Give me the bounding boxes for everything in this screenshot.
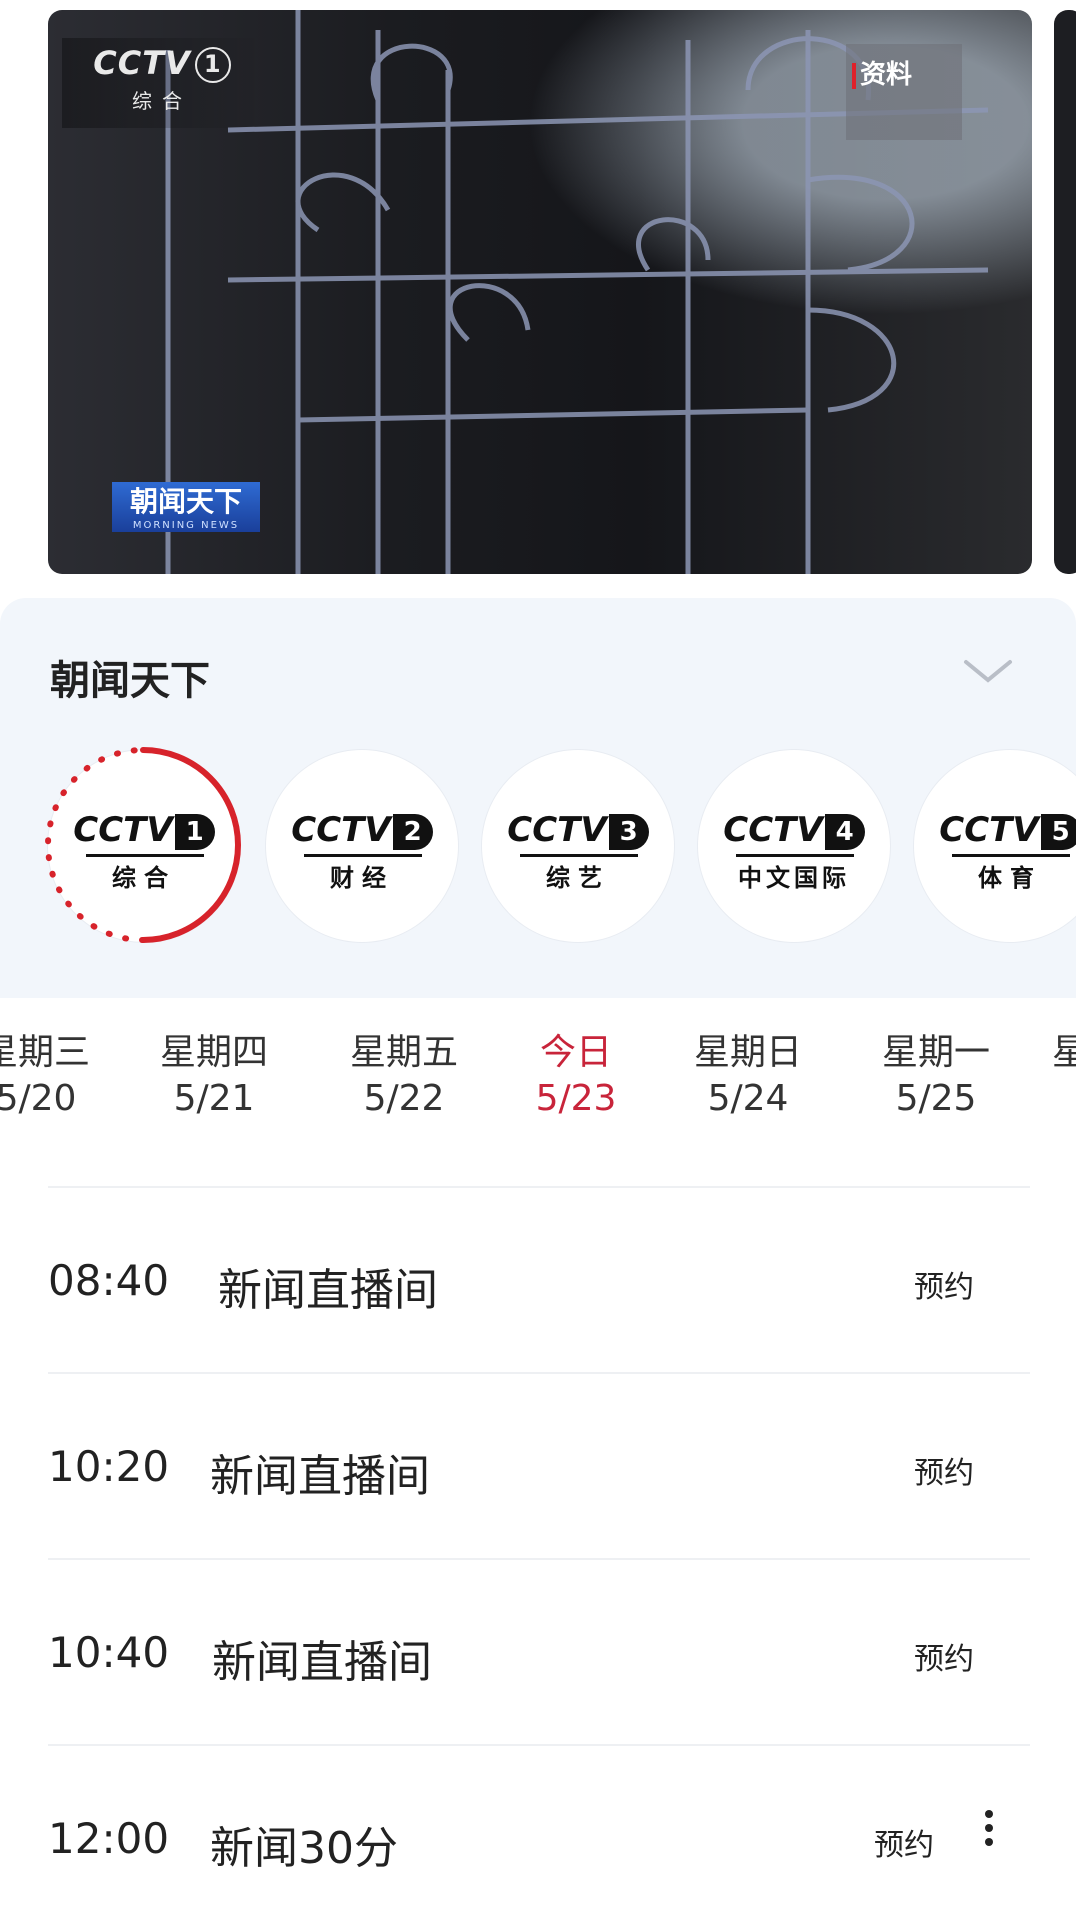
reserve-button[interactable]: 预约: [914, 1262, 974, 1306]
reserve-button[interactable]: 预约: [914, 1448, 974, 1492]
player-channel-logo: CCTV 1 综合: [62, 38, 262, 128]
video-player[interactable]: CCTV 1 综合 资料 朝闻天下 MORNING NEWS: [48, 10, 1032, 574]
archive-tag: 资料: [846, 44, 962, 140]
schedule-row[interactable]: 08:40 新闻直播间 预约: [48, 1186, 1030, 1372]
schedule-row[interactable]: 10:20 新闻直播间 预约: [48, 1372, 1030, 1558]
schedule-list: 08:40 新闻直播间 预约 10:20 新闻直播间 预约 10:40 新闻直播…: [48, 1186, 1030, 1930]
program-time: 10:40: [48, 1628, 170, 1677]
program-time: 08:40: [48, 1256, 170, 1305]
channel-item-cctv2[interactable]: CCTV 2 财经: [266, 750, 458, 942]
next-video-peek[interactable]: [1054, 10, 1076, 574]
channel-item-cctv4[interactable]: CCTV 4 中文国际: [698, 750, 890, 942]
channel-item-cctv5[interactable]: CCTV 5 体育: [914, 750, 1076, 942]
schedule-row[interactable]: 10:40 新闻直播间 预约: [48, 1558, 1030, 1744]
more-vertical-icon[interactable]: [982, 1810, 996, 1850]
program-name: 新闻30分: [210, 1823, 398, 1874]
program-name: 新闻直播间: [218, 1265, 438, 1316]
schedule-row[interactable]: 12:00 新闻30分 预约: [48, 1744, 1030, 1930]
program-title: 朝闻天下: [50, 658, 210, 704]
date-item[interactable]: 星期三5/20: [0, 1030, 106, 1122]
channel-item-cctv3[interactable]: CCTV 3 综艺: [482, 750, 674, 942]
program-info-panel: 朝闻天下 CCTV 1 综合 CCTV 2 财经 CCTV 3 综艺 CCTV 4 中文…: [0, 598, 1076, 998]
date-item[interactable]: 星期日 5/24: [678, 1030, 818, 1122]
program-name: 新闻直播间: [210, 1451, 430, 1502]
reserve-button[interactable]: 预约: [914, 1634, 974, 1678]
program-time: 10:20: [48, 1442, 170, 1491]
program-time: 12:00: [48, 1814, 170, 1863]
show-badge: 朝闻天下 MORNING NEWS: [112, 482, 260, 532]
reserve-button[interactable]: 预约: [874, 1820, 934, 1864]
date-item[interactable]: 星: [1000, 1030, 1076, 1076]
selected-channel-ring: [45, 747, 241, 943]
selection-pointer: [108, 970, 148, 992]
chevron-down-icon[interactable]: [960, 652, 1016, 688]
program-name: 新闻直播间: [212, 1637, 432, 1688]
date-item[interactable]: 星期四 5/21: [144, 1030, 284, 1122]
date-item[interactable]: 星期一 5/25: [866, 1030, 1006, 1122]
date-item-today[interactable]: 今日 5/23: [506, 1030, 646, 1122]
date-item[interactable]: 星期五 5/22: [334, 1030, 474, 1122]
date-selector: 星期三5/20 星期四5/21 星期五5/22 今日5/23 星期日5/24 星…: [0, 1030, 1076, 1130]
